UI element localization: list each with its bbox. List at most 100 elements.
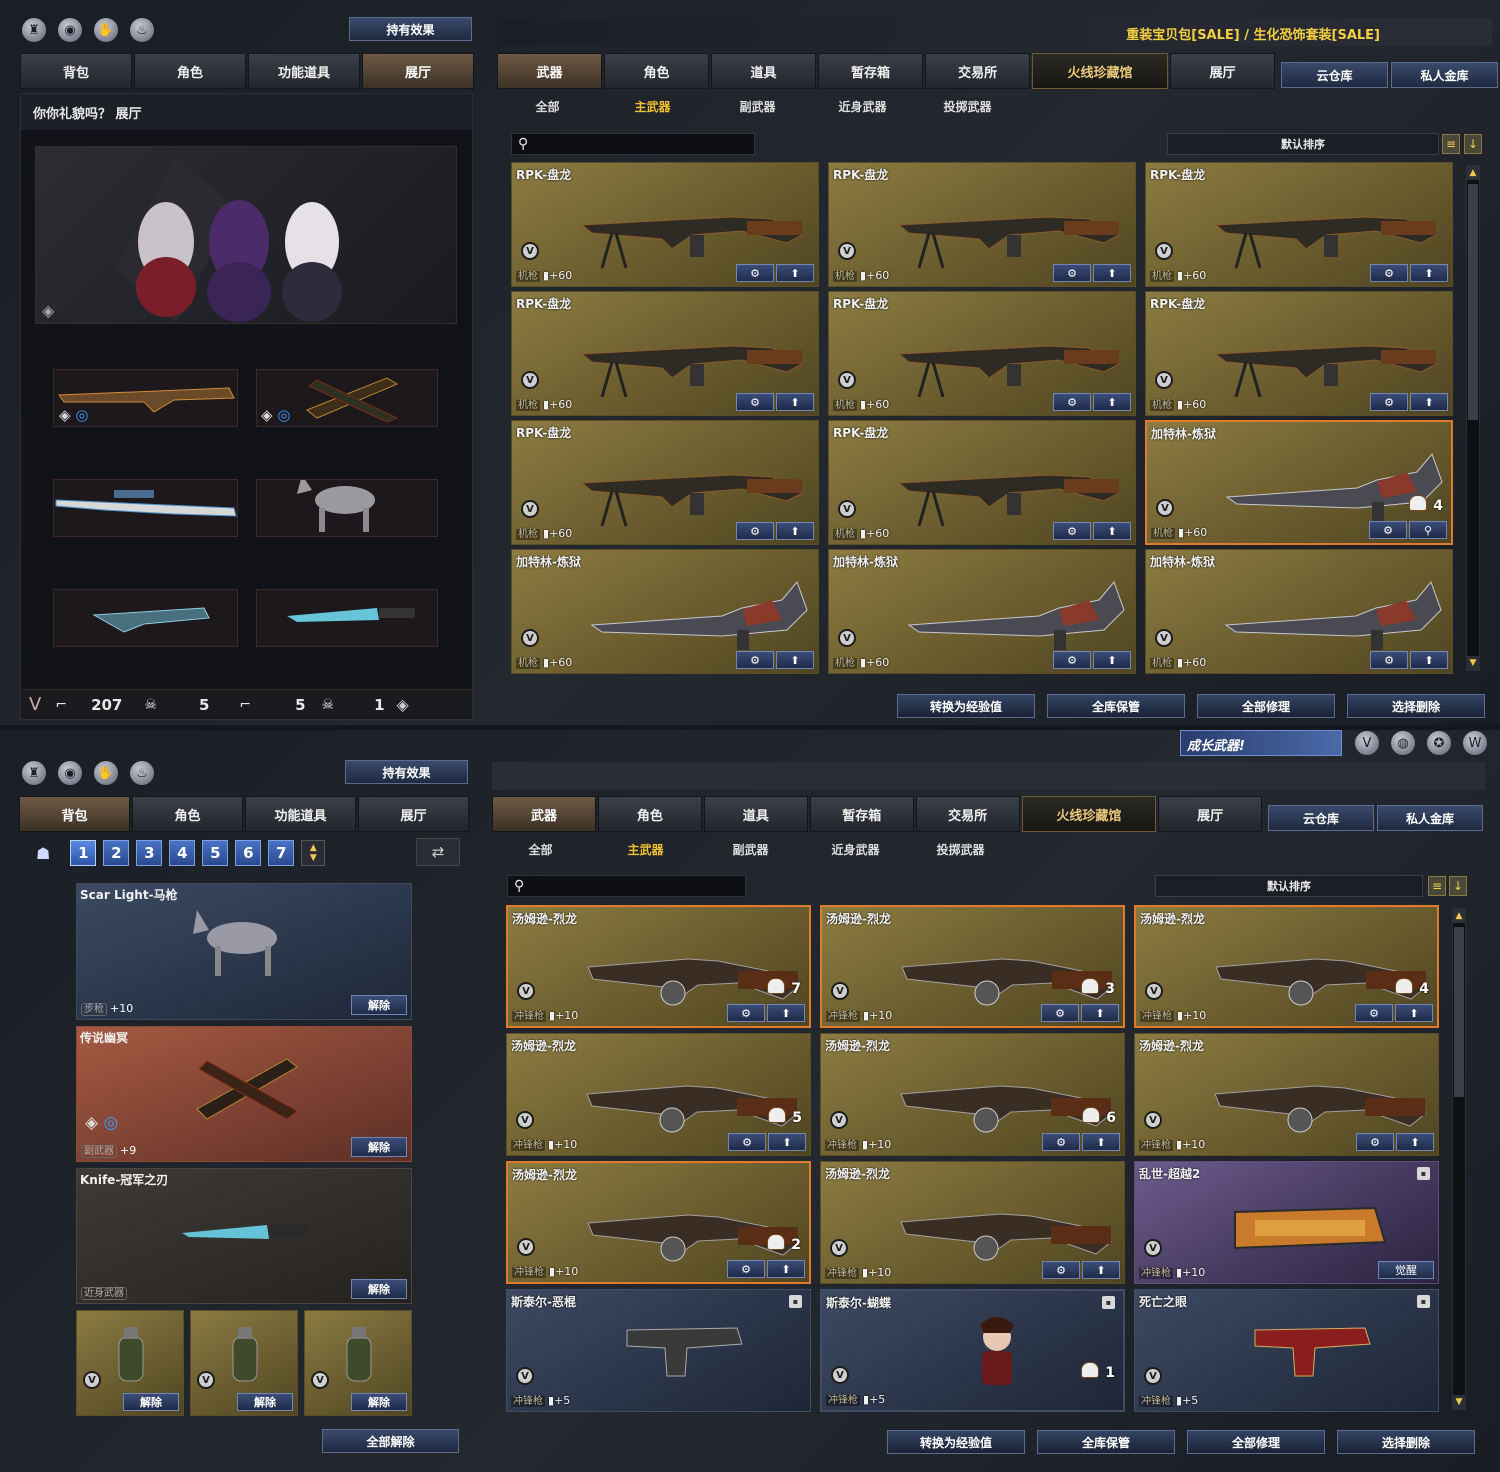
page-2[interactable]: 2 xyxy=(103,840,130,866)
store-all-button[interactable]: 全库保管 xyxy=(1047,694,1185,718)
globe-icon[interactable]: ◍ xyxy=(1391,731,1415,755)
gear-icon[interactable]: ⚙ xyxy=(1370,393,1408,411)
tab-storage-box[interactable]: 暂存箱 xyxy=(809,796,914,832)
page-spinner-icon[interactable]: ▲ ▼ xyxy=(301,840,326,866)
tab-backpack[interactable]: 背包 xyxy=(20,53,132,89)
hall-slot-sniper[interactable] xyxy=(53,479,238,537)
page-1[interactable]: 1 xyxy=(70,840,97,866)
sort-dropdown[interactable]: 默认排序 xyxy=(1167,133,1439,155)
weapon-card[interactable]: 汤姆逊-烈龙 V 冲锋枪 ▮+10 ⚙ ⬆ xyxy=(1134,1033,1439,1156)
lock-icon[interactable]: ▪ xyxy=(1417,1167,1430,1180)
remove-melee-button[interactable]: 解除 xyxy=(351,1279,407,1299)
weapon-card[interactable]: RPK-盘龙 V 机枪 ▮+60 ⚙ ⬆ xyxy=(511,291,819,416)
tab-weapons[interactable]: 武器 xyxy=(492,796,596,832)
sort-arrow-icon[interactable]: ↓ xyxy=(1464,134,1482,154)
convert-exp-button[interactable]: 转换为经验值 xyxy=(887,1430,1025,1454)
gear-icon[interactable]: ⚙ xyxy=(1369,521,1407,539)
page-5[interactable]: 5 xyxy=(202,840,229,866)
hold-effect-button[interactable]: 持有效果 xyxy=(349,17,472,41)
remove-grenade-button[interactable]: 解除 xyxy=(351,1393,407,1411)
bag-icon[interactable]: ♨ xyxy=(130,761,154,785)
weapon-card[interactable]: 加特林-炼狱 V 机枪 ▮+60 ⚙ ⬆ xyxy=(828,549,1136,674)
equipped-melee[interactable]: Knife-冠军之刃 近身武器 解除 xyxy=(76,1168,412,1304)
weapon-card[interactable]: 死亡之眼 ▪ V 冲锋枪 ▮+5 xyxy=(1134,1289,1439,1412)
upgrade-arrow-icon[interactable]: ⬆ xyxy=(1082,1261,1120,1279)
wing-icon[interactable]: W xyxy=(1463,731,1487,755)
scroll-thumb[interactable] xyxy=(1468,184,1478,420)
weapon-card[interactable]: 加特林-炼狱 V 机枪 ▮+60 ⚙ ⬆ xyxy=(1145,549,1453,674)
grenade-slot[interactable]: V 解除 xyxy=(304,1310,412,1416)
tab-showroom[interactable]: 展厅 xyxy=(1170,53,1276,89)
cloud-storage-button[interactable]: 云仓库 xyxy=(1268,805,1374,831)
weapon-card[interactable]: 加特林-炼狱 V 机枪 ▮+60 ⚙ ⬆ xyxy=(511,549,819,674)
list-icon[interactable]: ≡ xyxy=(1442,134,1460,154)
weapon-card[interactable]: 汤姆逊-烈龙 V 冲锋枪 ▮+10 7 ⚙ ⬆ xyxy=(506,905,811,1028)
gear-icon[interactable]: ⚙ xyxy=(1370,264,1408,282)
hall-slot-horse[interactable] xyxy=(256,475,438,537)
tab-showroom[interactable]: 展厅 xyxy=(1158,796,1263,832)
awaken-button[interactable]: 觉醒 xyxy=(1378,1261,1434,1279)
weapon-card[interactable]: 斯泰尔-蝴蝶 ▪ V 冲锋枪 ▮+5 1 xyxy=(820,1289,1125,1412)
upgrade-arrow-icon[interactable]: ⬆ xyxy=(767,1004,805,1022)
weapon-card[interactable]: 汤姆逊-烈龙 V 冲锋枪 ▮+10 6 ⚙ ⬆ xyxy=(820,1033,1125,1156)
subtab-primary[interactable]: 主武器 xyxy=(600,98,705,115)
scrollbar[interactable]: ▲ ▼ xyxy=(1452,908,1466,1410)
select-delete-button[interactable]: 选择删除 xyxy=(1347,694,1485,718)
tab-roles[interactable]: 角色 xyxy=(597,796,702,832)
scroll-up-icon[interactable]: ▲ xyxy=(1453,909,1465,923)
sort-arrow-icon[interactable]: ↓ xyxy=(1449,876,1467,896)
bag-icon[interactable]: ♨ xyxy=(130,18,154,42)
gear-icon[interactable]: ⚙ xyxy=(736,651,774,669)
hall-slot-knife[interactable] xyxy=(256,589,438,647)
gear-icon[interactable]: ⚙ xyxy=(727,1260,765,1278)
gear-icon[interactable]: ⚙ xyxy=(1042,1261,1080,1279)
hand-icon[interactable]: ✋ xyxy=(94,18,118,42)
scroll-thumb[interactable] xyxy=(1454,927,1464,1097)
gear-icon[interactable]: ⚙ xyxy=(1370,651,1408,669)
remove-grenade-button[interactable]: 解除 xyxy=(123,1393,179,1411)
upgrade-arrow-icon[interactable]: ⬆ xyxy=(776,651,814,669)
upgrade-arrow-icon[interactable]: ⬆ xyxy=(768,1133,806,1151)
repair-all-button[interactable]: 全部修理 xyxy=(1197,694,1335,718)
upgrade-arrow-icon[interactable]: ⬆ xyxy=(1093,393,1131,411)
subtab-throwing[interactable]: 投掷武器 xyxy=(908,841,1013,858)
tab-collection[interactable]: 火线珍藏馆 xyxy=(1032,53,1168,89)
subtab-all[interactable]: 全部 xyxy=(495,98,600,115)
equipped-primary[interactable]: Scar Light-马枪 步枪 +10 解除 xyxy=(76,883,412,1020)
repair-all-button[interactable]: 全部修理 xyxy=(1187,1430,1325,1454)
gear-icon[interactable]: ⚙ xyxy=(1355,1004,1393,1022)
store-all-button[interactable]: 全库保管 xyxy=(1037,1430,1175,1454)
hand-icon[interactable]: ✋ xyxy=(94,761,118,785)
scroll-down-icon[interactable]: ▼ xyxy=(1467,656,1479,670)
tab-function-items[interactable]: 功能道具 xyxy=(248,53,360,89)
tab-exchange[interactable]: 交易所 xyxy=(915,796,1020,832)
tab-character[interactable]: 角色 xyxy=(134,53,246,89)
tab-hall[interactable]: 展厅 xyxy=(358,796,469,832)
upgrade-arrow-icon[interactable]: ⬆ xyxy=(1082,1133,1120,1151)
weapon-card[interactable]: RPK-盘龙 V 机枪 ▮+60 ⚙ ⬆ xyxy=(828,420,1136,545)
rank-icon[interactable]: ♜ xyxy=(22,761,46,785)
gear-icon[interactable]: ⚙ xyxy=(728,1133,766,1151)
tab-items[interactable]: 道具 xyxy=(711,53,817,89)
lock-icon[interactable]: ▪ xyxy=(1417,1295,1430,1308)
weapon-card[interactable]: 加特林-炼狱 V 机枪 ▮+60 4 ⚙ ⚲ xyxy=(1145,420,1453,545)
subtab-all[interactable]: 全部 xyxy=(488,841,593,858)
scroll-up-icon[interactable]: ▲ xyxy=(1467,166,1479,180)
weapon-card[interactable]: RPK-盘龙 V 机枪 ▮+60 ⚙ ⬆ xyxy=(511,420,819,545)
growth-weapon-banner[interactable]: 成长武器! xyxy=(1180,730,1342,756)
weapon-card[interactable]: RPK-盘龙 V 机枪 ▮+60 ⚙ ⬆ xyxy=(828,162,1136,287)
gear-icon[interactable]: ⚙ xyxy=(736,393,774,411)
gear-icon[interactable]: ⚙ xyxy=(736,264,774,282)
gear-icon[interactable]: ⚙ xyxy=(1053,393,1091,411)
tab-backpack[interactable]: 背包 xyxy=(19,796,130,832)
remove-secondary-button[interactable]: 解除 xyxy=(351,1137,407,1157)
equipped-secondary[interactable]: 传说幽冥 ◈ ◎ 副武器 +9 解除 xyxy=(76,1026,412,1162)
hall-slot-pistol[interactable] xyxy=(53,589,238,647)
upgrade-arrow-icon[interactable]: ⬆ xyxy=(1396,1133,1434,1151)
grenade-slot[interactable]: V 解除 xyxy=(76,1310,184,1416)
subtab-melee[interactable]: 近身武器 xyxy=(803,841,908,858)
rank-icon[interactable]: ♜ xyxy=(22,18,46,42)
tab-storage-box[interactable]: 暂存箱 xyxy=(818,53,924,89)
weapon-card[interactable]: 乱世-超越2 ▪ V 冲锋枪 ▮+10 觉醒 xyxy=(1134,1161,1439,1284)
grenade-slot[interactable]: V 解除 xyxy=(190,1310,298,1416)
